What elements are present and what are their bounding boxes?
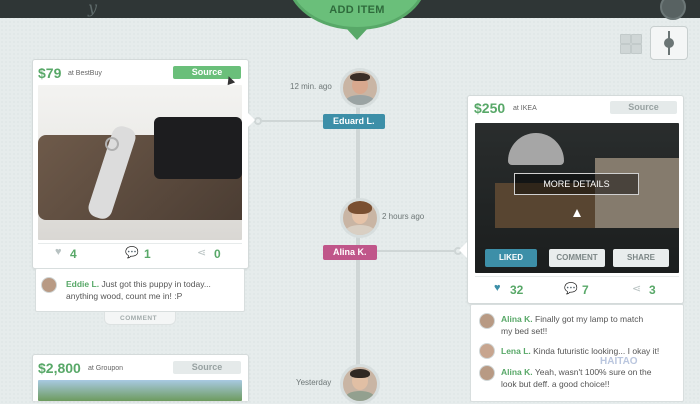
app-logo: y	[88, 0, 98, 17]
comment-author[interactable]: Lena L.	[501, 346, 531, 356]
commenter-avatar[interactable]	[41, 277, 57, 293]
timestamp: 12 min. ago	[290, 82, 332, 91]
price: $79	[38, 65, 62, 81]
like-count: 32	[510, 283, 524, 297]
comment-text: Eddie L. Just got this puppy in today...…	[66, 279, 211, 301]
share-icon[interactable]: ⋖	[197, 246, 206, 259]
avatar-eduard[interactable]	[340, 68, 380, 108]
comment-text: Alina K. Yeah, wasn't 100% sure on the l…	[501, 367, 652, 389]
price: $250	[474, 100, 506, 116]
share-count: 0	[214, 247, 221, 261]
liked-button[interactable]: LIKED	[485, 249, 537, 267]
price: $2,800	[38, 360, 81, 376]
source-button[interactable]: Source	[610, 101, 677, 114]
product-photo[interactable]: MORE DETAILS LIKED COMMENT SHARE	[475, 123, 679, 273]
store-name: at IKEA	[513, 105, 537, 112]
timestamp: Yesterday	[296, 378, 332, 387]
cursor-icon	[573, 209, 581, 217]
comment-button-label[interactable]: COMMENT	[120, 315, 157, 322]
card-pointer-right	[459, 242, 467, 258]
avatar-alina[interactable]	[340, 198, 380, 238]
like-count: 4	[70, 247, 77, 261]
card-pointer-left	[247, 112, 255, 128]
comment-text: Lena L. Kinda futuristic looking... I ok…	[501, 346, 660, 356]
grid-view-icon[interactable]	[620, 34, 642, 54]
commenter-avatar[interactable]	[479, 343, 495, 359]
comment-icon[interactable]: 💬	[125, 246, 139, 259]
product-card-bestbuy[interactable]: $79 at BestBuy Source ♥ 4 💬 1 ⋖ 0	[32, 59, 249, 269]
share-count: 3	[649, 283, 656, 297]
product-card-groupon[interactable]: $2,800 at Groupon Source	[32, 354, 249, 401]
avatar-user-3[interactable]	[340, 364, 380, 404]
comment-icon[interactable]: 💬	[564, 282, 578, 295]
commenter-avatar[interactable]	[479, 313, 495, 329]
name-tag-alina[interactable]: Alina K.	[323, 245, 377, 260]
comment-text: Alina K. Finally got my lamp to match my…	[501, 314, 644, 336]
comment-author[interactable]: Alina K.	[501, 314, 533, 324]
comment-box-left: Eddie L. Just got this puppy in today...…	[35, 268, 245, 312]
share-icon[interactable]: ⋖	[632, 282, 641, 295]
comment-box-right: Alina K. Finally got my lamp to match my…	[470, 304, 684, 402]
share-button[interactable]: SHARE	[613, 249, 669, 267]
comment-button[interactable]: COMMENT	[549, 249, 605, 267]
commenter-avatar[interactable]	[479, 365, 495, 381]
name-tag-eduard[interactable]: Eduard L.	[323, 114, 385, 129]
comment-author[interactable]: Alina K.	[501, 367, 533, 377]
watermark: HAITAO	[600, 356, 638, 367]
heart-icon[interactable]: ♥	[55, 246, 62, 258]
store-name: at Groupon	[88, 365, 124, 372]
timestamp: 2 hours ago	[382, 212, 425, 221]
add-item-pointer	[346, 28, 368, 40]
product-photo[interactable]	[38, 380, 242, 401]
apple-tv-box	[154, 117, 242, 179]
product-photo[interactable]	[38, 85, 242, 240]
comment-count: 1	[144, 247, 151, 261]
heart-icon[interactable]: ♥	[494, 282, 501, 294]
product-card-ikea[interactable]: $250 at IKEA Source MORE DETAILS LIKED C…	[467, 95, 684, 304]
source-button[interactable]: Source	[173, 361, 241, 374]
profile-icon[interactable]	[660, 0, 686, 20]
more-details-button[interactable]: MORE DETAILS	[514, 173, 639, 195]
add-item-label[interactable]: ADD ITEM	[287, 4, 427, 16]
store-name: at BestBuy	[68, 70, 102, 77]
comment-author[interactable]: Eddie L.	[66, 279, 99, 289]
comment-count: 7	[582, 283, 589, 297]
timeline-view-icon[interactable]	[650, 26, 688, 60]
